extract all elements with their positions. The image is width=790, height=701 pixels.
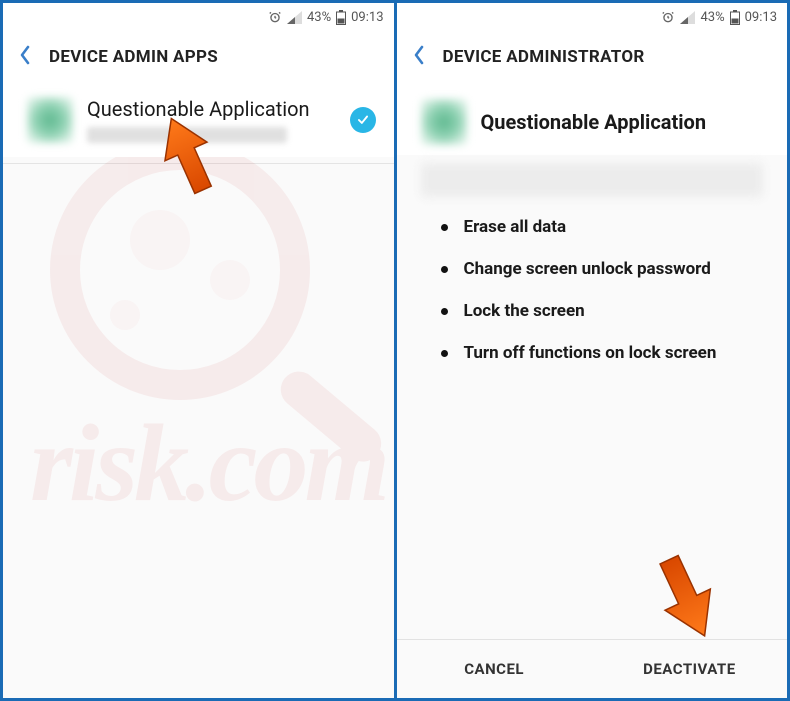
screen-device-administrator: 43% 09:13 DEVICE ADMINISTRATOR Questiona… [397,3,788,698]
permission-item: Erase all data [441,217,768,237]
app-header: DEVICE ADMIN APPS [3,31,394,87]
app-name-label: Questionable Application [481,110,707,134]
screen-device-admin-apps: 43% 09:13 DEVICE ADMIN APPS Questionable… [3,3,394,698]
permission-item: Lock the screen [441,301,768,321]
page-title: DEVICE ADMINISTRATOR [443,47,645,67]
battery-text: 43% [700,10,724,25]
admin-app-row[interactable]: Questionable Application [3,87,394,157]
status-bar: 43% 09:13 [397,3,788,31]
alarm-icon [268,10,282,24]
battery-text: 43% [307,10,331,25]
page-title: DEVICE ADMIN APPS [49,47,218,67]
app-description-blurred [421,163,764,197]
bullet-icon [441,350,448,357]
status-bar: 43% 09:13 [3,3,394,31]
deactivate-button[interactable]: DEACTIVATE [592,640,787,698]
tutorial-arrow-icon [649,548,723,648]
permissions-list: Erase all data Change screen unlock pass… [397,201,788,363]
admin-app-header: Questionable Application [397,87,788,155]
bullet-icon [441,224,448,231]
signal-icon [287,11,302,24]
bullet-icon [441,266,448,273]
permission-item: Change screen unlock password [441,259,768,279]
signal-icon [680,11,695,24]
app-name-label: Questionable Application [87,97,350,121]
action-bar: CANCEL DEACTIVATE [397,639,788,698]
app-header: DEVICE ADMINISTRATOR [397,31,788,87]
permission-label: Erase all data [464,217,567,237]
back-icon[interactable] [19,45,31,69]
row-divider [3,163,394,164]
alarm-icon [661,10,675,24]
enabled-check-icon[interactable] [350,107,376,133]
back-icon[interactable] [413,45,425,69]
battery-icon [730,10,740,25]
app-icon [27,97,73,143]
permission-label: Turn off functions on lock screen [464,343,717,363]
permission-item: Turn off functions on lock screen [441,343,768,363]
bullet-icon [441,308,448,315]
app-icon [421,99,467,145]
clock-text: 09:13 [745,10,777,25]
permission-label: Change screen unlock password [464,259,711,279]
clock-text: 09:13 [351,10,383,25]
app-subtitle-blurred [87,127,287,143]
cancel-button[interactable]: CANCEL [397,640,592,698]
permission-label: Lock the screen [464,301,585,321]
battery-icon [336,10,346,25]
